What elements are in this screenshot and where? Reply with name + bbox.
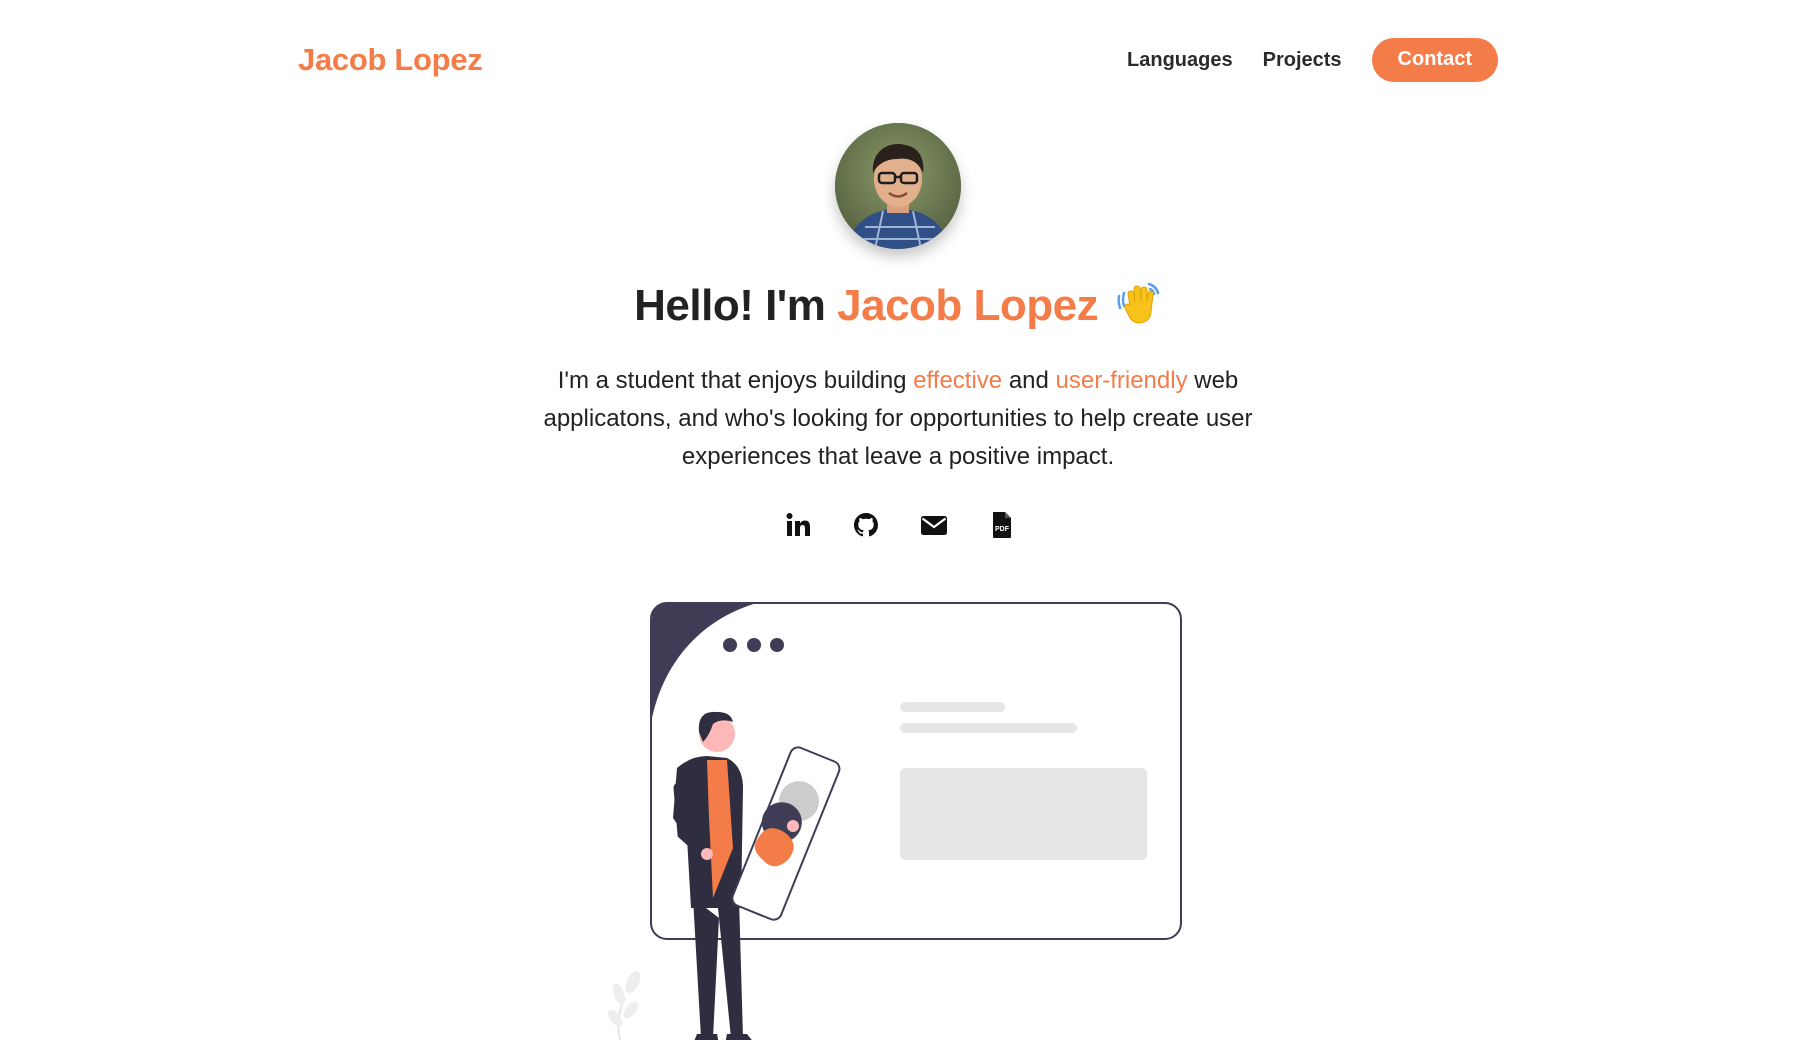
nav-link-languages[interactable]: Languages <box>1127 49 1233 72</box>
intro-highlight-user-friendly: user-friendly <box>1055 367 1188 394</box>
brand-logo[interactable]: Jacob Lopez <box>298 42 483 78</box>
waving-hand-icon <box>1116 280 1162 337</box>
pdf-resume-icon[interactable]: PDF <box>988 511 1016 539</box>
social-links: PDF <box>0 511 1796 539</box>
github-icon[interactable] <box>852 511 880 539</box>
hero-illustration <box>605 598 1195 1040</box>
intro-highlight-effective: effective <box>913 367 1003 394</box>
contact-button[interactable]: Contact <box>1371 38 1498 82</box>
profile-avatar <box>835 123 961 249</box>
intro-text-part2: and <box>1008 367 1049 394</box>
top-nav: Languages Projects Contact <box>1127 38 1498 82</box>
email-icon[interactable] <box>920 511 948 539</box>
portfolio-page: Jacob Lopez Languages Projects Contact H… <box>0 0 1796 1040</box>
intro-text-part1: I'm a student that enjoys building <box>557 367 907 394</box>
linkedin-icon[interactable] <box>784 511 812 539</box>
hero-greeting: Hello! I'm <box>634 281 826 330</box>
hero-name: Jacob Lopez <box>837 281 1099 330</box>
svg-text:PDF: PDF <box>995 526 1010 533</box>
nav-link-projects[interactable]: Projects <box>1263 49 1342 72</box>
hero-heading: Hello! I'm Jacob Lopez <box>0 280 1796 337</box>
intro-paragraph: I'm a student that enjoys building effec… <box>498 362 1298 476</box>
